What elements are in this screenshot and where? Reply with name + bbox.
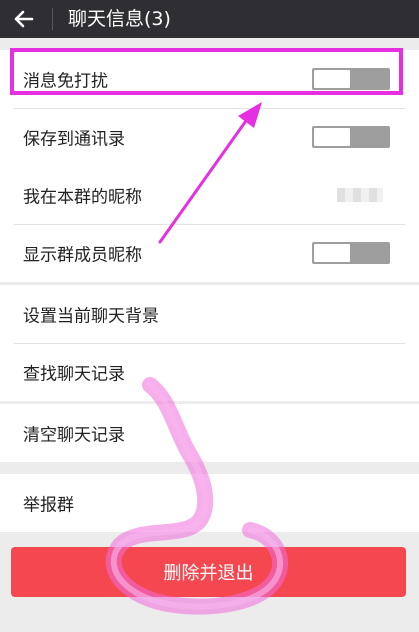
annotation-arrow <box>158 102 262 244</box>
